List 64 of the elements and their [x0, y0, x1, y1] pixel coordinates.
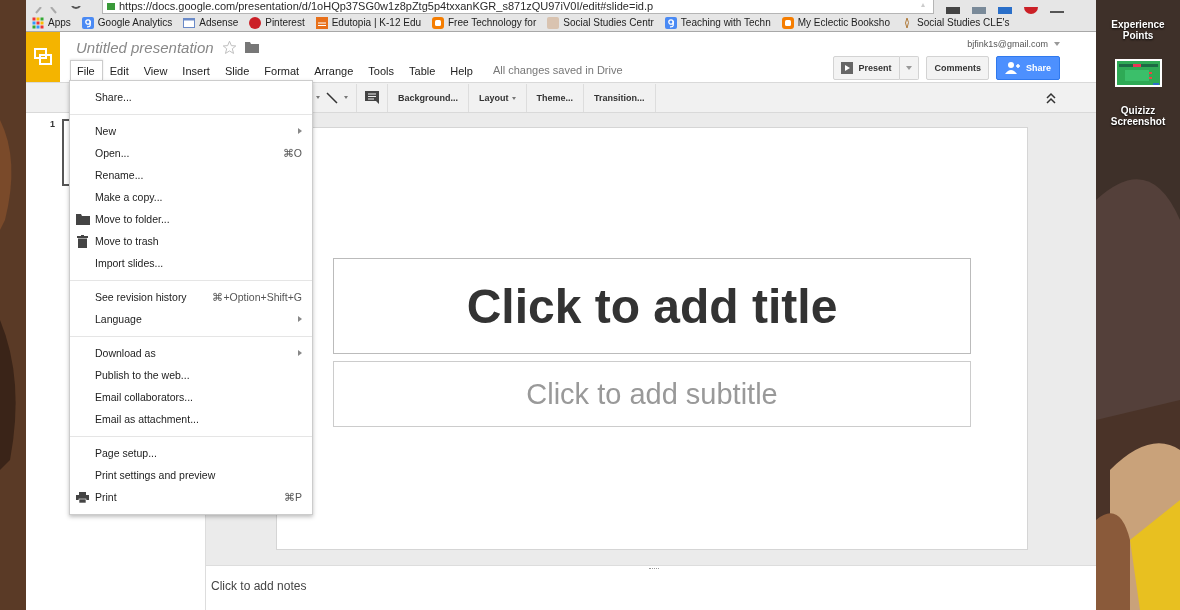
trash-icon — [77, 234, 88, 248]
save-status: All changes saved in Drive — [492, 64, 623, 76]
apps-icon — [32, 16, 44, 29]
pin-icon — [249, 16, 262, 29]
page-icon — [183, 16, 196, 29]
menu-item[interactable]: Format — [257, 59, 308, 81]
account-email[interactable]: bjfink1s@gmail.com — [967, 39, 1048, 49]
caret-icon[interactable] — [344, 96, 348, 99]
bookmark[interactable]: Adsense — [183, 16, 239, 29]
blog-icon — [781, 16, 794, 29]
menu-item[interactable]: Arrange — [307, 59, 362, 81]
person-add-icon — [1005, 62, 1021, 74]
avatar-icon — [547, 16, 560, 29]
present-dropdown[interactable] — [900, 56, 920, 80]
lock-icon — [107, 3, 115, 10]
toolbar-button[interactable]: Background... — [396, 92, 460, 103]
caret-icon[interactable] — [316, 96, 320, 99]
bookmark[interactable]: Apps — [32, 16, 71, 29]
document-title[interactable]: Untitled presentation — [76, 38, 214, 56]
caret-icon[interactable] — [1054, 42, 1060, 46]
bookmark[interactable]: Social Studies Centr — [547, 16, 654, 29]
bookmark[interactable]: Teaching with Techn — [664, 16, 771, 29]
site-icon — [315, 16, 328, 29]
menu-item[interactable]: Slide — [217, 59, 258, 81]
menu-item[interactable]: View — [136, 59, 176, 81]
resize-handle[interactable] — [648, 568, 659, 571]
printer-icon — [76, 491, 89, 503]
toolbar-button[interactable]: Transition... — [592, 92, 647, 103]
bookmark[interactable]: Social Studies CLE's — [900, 16, 1010, 29]
bookmark[interactable]: Free Technology for — [432, 16, 537, 29]
blog-icon — [432, 16, 444, 29]
collapse-icon[interactable] — [1045, 91, 1057, 104]
play-icon — [841, 62, 854, 74]
folder-icon — [75, 213, 90, 225]
toolbar-button[interactable]: Theme... — [534, 92, 576, 103]
slides-logo[interactable] — [26, 32, 60, 82]
bookmark[interactable]: Edutopia | K-12 Edu — [315, 16, 421, 29]
menu-item[interactable]: Insert — [175, 59, 218, 81]
slide-number: 1 — [50, 119, 55, 129]
title-placeholder[interactable]: Click to add title — [333, 258, 971, 354]
back-icon[interactable] — [34, 7, 42, 14]
comments-button[interactable]: Comments — [926, 56, 989, 80]
line-icon[interactable] — [326, 91, 338, 104]
bookmark[interactable]: My Eclectic Booksho — [781, 16, 890, 29]
google-icon — [664, 16, 677, 29]
present-button[interactable]: Present — [833, 56, 901, 80]
menu-item[interactable]: Help — [443, 59, 481, 81]
folder-icon[interactable] — [244, 41, 259, 53]
pin-icon[interactable] — [1024, 7, 1038, 14]
notes-field[interactable]: Click to add notes — [211, 579, 307, 593]
comment-icon[interactable] — [365, 91, 379, 104]
desktop-icon-label[interactable]: Quizizz Screenshot — [1103, 105, 1173, 127]
menu-item[interactable]: File — [70, 59, 103, 81]
menu-entry[interactable]: Share... — [70, 86, 312, 108]
menu-item[interactable]: Tools — [361, 59, 402, 81]
menu-item[interactable]: Edit — [102, 59, 137, 81]
forward-icon[interactable] — [50, 7, 58, 14]
address-field[interactable]: https://docs.google.com/presentation/d/1oHQp37SG0w1z8pZtg5p4txxanKGR_s871zQU97iV0I/edit#slide=id.p — [102, 0, 934, 14]
google-icon — [81, 16, 94, 29]
bookmark[interactable]: Google Analytics — [81, 16, 173, 29]
desktop-icon-label[interactable]: Experience Points — [1103, 19, 1173, 41]
menu-item[interactable]: Table — [402, 59, 444, 81]
bookmark[interactable]: Pinterest — [249, 16, 305, 29]
toolbar-button[interactable]: Layout — [477, 92, 518, 103]
